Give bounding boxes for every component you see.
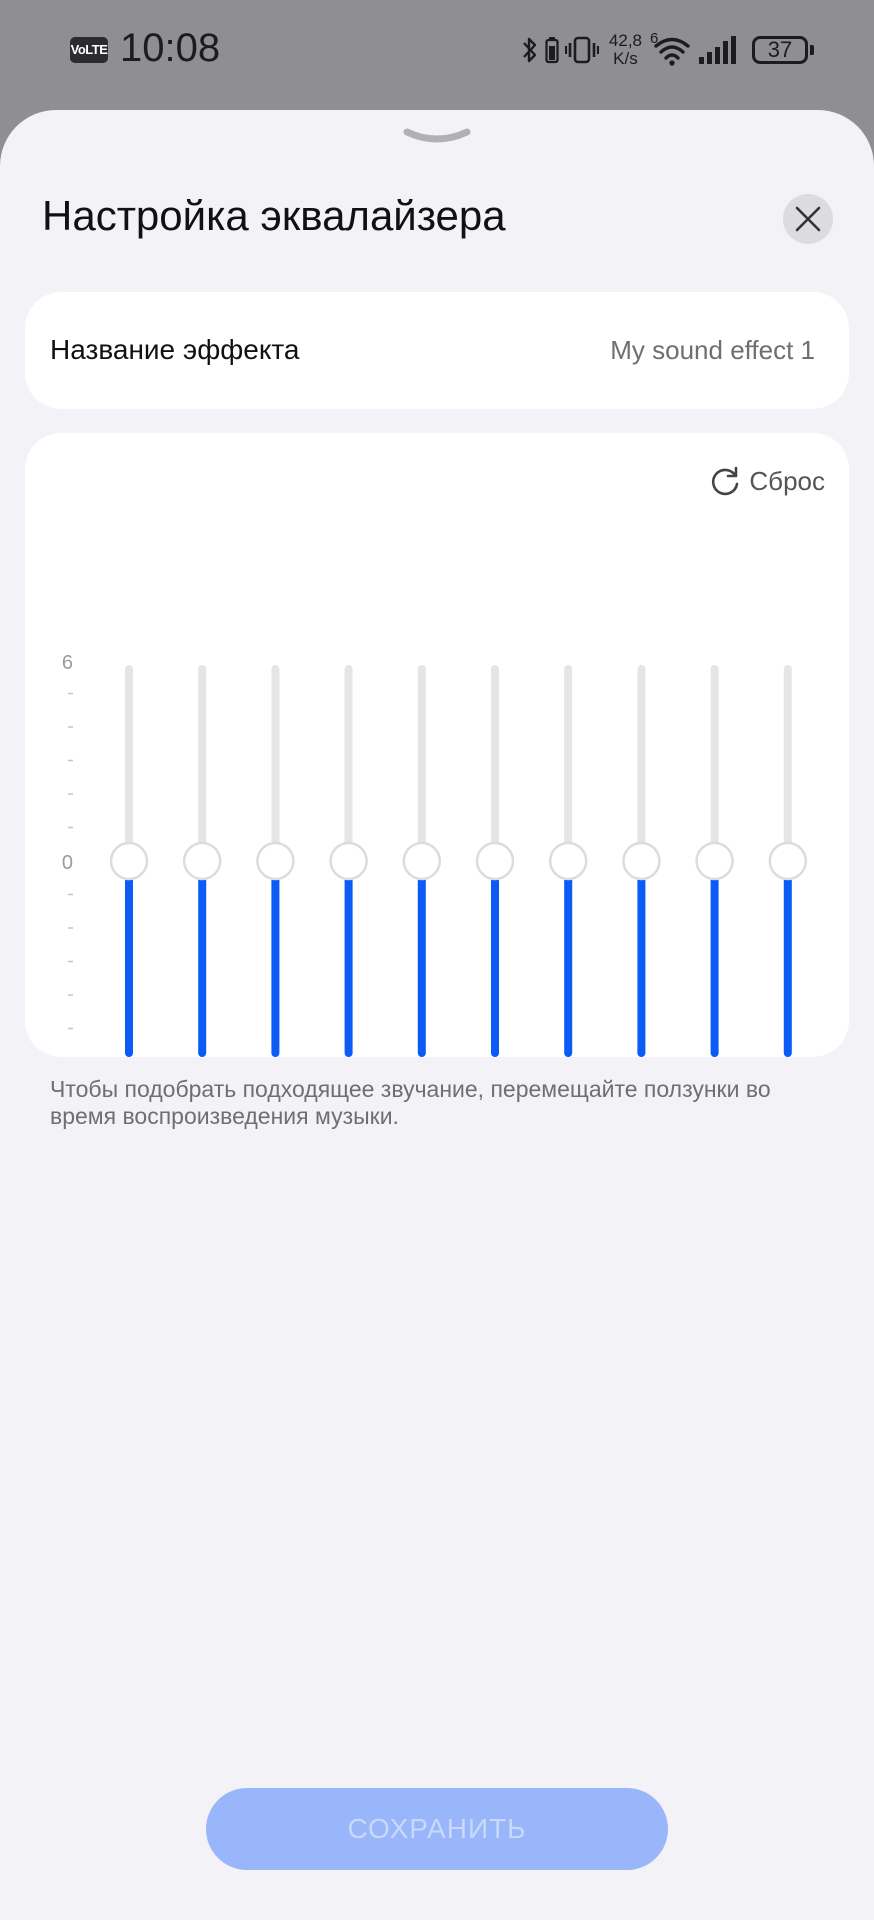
status-bar: VoLTE 10:08 42,8 K/s 6 37	[0, 0, 874, 100]
slider-knob[interactable]	[402, 841, 442, 881]
scale-label-bottom: -6	[55, 1056, 73, 1057]
equalizer-card: Сброс 60-6 601252505001K2K4K8K12K16K	[25, 433, 849, 1057]
equalizer-chart: 60-6 601252505001K2K4K8K12K16K	[55, 652, 808, 1057]
bluetooth-icon	[523, 37, 537, 63]
signal-icon	[699, 36, 736, 64]
close-button[interactable]	[783, 194, 833, 244]
chevron-down-icon[interactable]	[401, 124, 473, 154]
slider-knob[interactable]	[622, 841, 661, 881]
slider-knob[interactable]	[695, 841, 734, 881]
wifi-icon	[654, 37, 690, 66]
eq-band-slider-16k[interactable]: 16K	[768, 665, 808, 1057]
eq-band-slider-125[interactable]: 125	[182, 665, 222, 1057]
bluetooth-battery-icon	[545, 37, 559, 64]
eq-band-slider-500[interactable]: 500	[329, 665, 368, 1057]
scale-label-top: 6	[62, 652, 73, 674]
vibrate-icon	[564, 36, 599, 64]
effect-name-row[interactable]: Название эффекта My sound effect 1	[25, 292, 849, 409]
slider-knob[interactable]	[768, 841, 808, 881]
page-title: Настройка эквалайзера	[42, 192, 506, 239]
slider-knob[interactable]	[182, 841, 222, 881]
close-icon	[795, 206, 821, 232]
volte-icon: VoLTE	[70, 37, 108, 63]
net-speed-value: 42,8	[608, 31, 642, 50]
status-icons: 42,8 K/s 6 37	[521, 28, 814, 72]
eq-band-slider-2k[interactable]: 2K	[475, 665, 515, 1057]
eq-band-slider-1k[interactable]: 1K	[402, 665, 442, 1057]
slider-knob[interactable]	[329, 841, 368, 881]
slider-knob[interactable]	[109, 841, 149, 881]
save-button[interactable]: СОХРАНИТЬ	[206, 1788, 668, 1870]
eq-band-slider-4k[interactable]: 4K	[548, 665, 588, 1057]
slider-knob[interactable]	[256, 841, 295, 881]
equalizer-sheet: Настройка эквалайзера Название эффекта M…	[0, 110, 874, 1920]
slider-knob[interactable]	[475, 841, 515, 881]
eq-band-slider-8k[interactable]: 8K	[622, 665, 661, 1057]
wifi-icon-wrap: 6	[650, 30, 692, 66]
eq-band-slider-250[interactable]: 250	[256, 665, 295, 1057]
status-time: 10:08	[120, 26, 221, 70]
effect-name-value: My sound effect 1	[610, 335, 815, 365]
effect-name-label: Название эффекта	[50, 334, 300, 365]
eq-band-slider-60[interactable]: 60	[109, 665, 149, 1057]
scale-label-zero: 0	[62, 852, 73, 874]
net-speed-unit: K/s	[613, 49, 638, 68]
slider-knob[interactable]	[548, 841, 588, 881]
eq-band-slider-12k[interactable]: 12K	[695, 665, 734, 1057]
battery-icon: 37	[752, 36, 814, 64]
net-speed: 42,8 K/s	[609, 32, 642, 68]
hint-text: Чтобы подобрать подходящее звучание, пер…	[50, 1076, 771, 1129]
